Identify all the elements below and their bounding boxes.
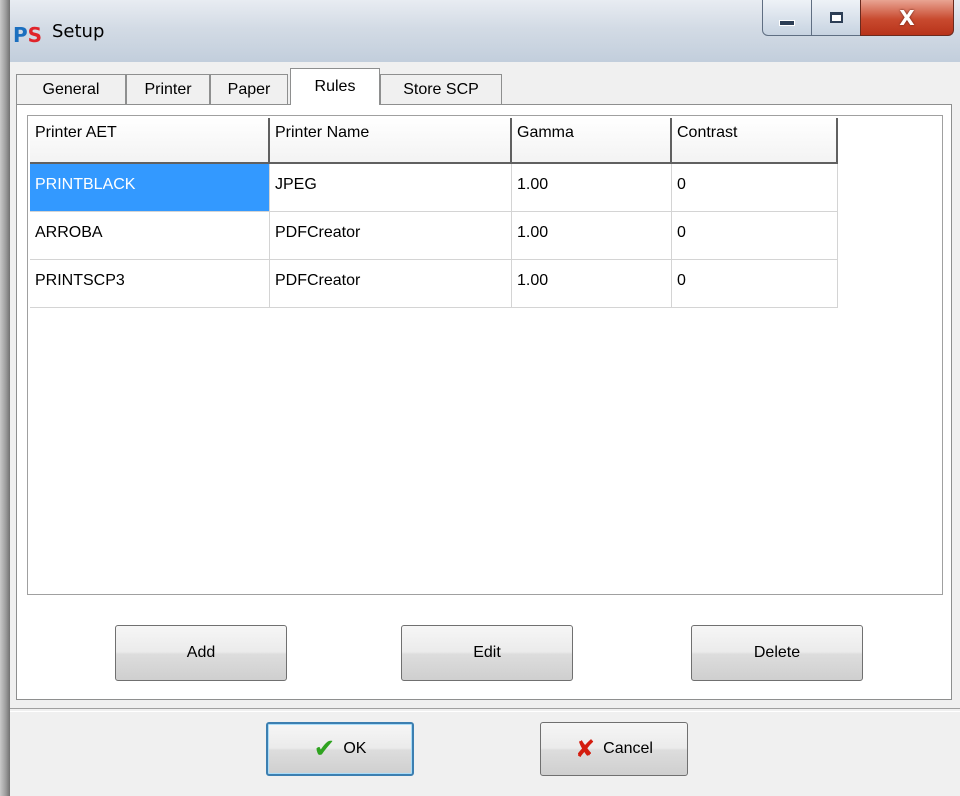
add-rule-button[interactable]: Add xyxy=(115,625,287,681)
header-printer-name[interactable]: Printer Name xyxy=(270,118,512,164)
minimize-button[interactable] xyxy=(762,0,812,36)
ok-button[interactable]: ✔ OK xyxy=(266,722,414,776)
cancel-label: Cancel xyxy=(603,740,653,757)
grid-header: Printer AET Printer Name Gamma Contrast xyxy=(30,118,838,164)
cell-gamma[interactable]: 1.00 xyxy=(512,260,672,308)
cell-printer-name[interactable]: PDFCreator xyxy=(270,260,512,308)
cell-gamma[interactable]: 1.00 xyxy=(512,212,672,260)
header-gamma[interactable]: Gamma xyxy=(512,118,672,164)
cell-contrast[interactable]: 0 xyxy=(672,164,838,212)
close-icon: X xyxy=(899,5,915,30)
cell-printer-aet[interactable]: ARROBA xyxy=(30,212,270,260)
edit-rule-button[interactable]: Edit xyxy=(401,625,573,681)
tab-printer[interactable]: Printer xyxy=(126,74,210,104)
close-button[interactable]: X xyxy=(860,0,954,36)
title-bar[interactable]: PS Setup X xyxy=(10,0,960,62)
table-row[interactable]: PRINTBLACK JPEG 1.00 0 xyxy=(30,164,838,212)
table-row[interactable]: ARROBA PDFCreator 1.00 0 xyxy=(30,212,838,260)
setup-window: PS Setup X General Printer Paper Rules S… xyxy=(10,0,960,796)
header-printer-aet[interactable]: Printer AET xyxy=(30,118,270,164)
cell-contrast[interactable]: 0 xyxy=(672,260,838,308)
rules-panel: Printer AET Printer Name Gamma Contrast … xyxy=(16,104,952,700)
cancel-x-icon: ✘ xyxy=(575,735,596,763)
cell-printer-name[interactable]: JPEG xyxy=(270,164,512,212)
app-logo-icon: PS xyxy=(13,23,43,47)
cell-printer-aet[interactable]: PRINTSCP3 xyxy=(30,260,270,308)
grid-rows: PRINTBLACK JPEG 1.00 0 ARROBA PDFCreator… xyxy=(30,164,838,308)
maximize-button[interactable] xyxy=(811,0,861,36)
rules-grid[interactable]: Printer AET Printer Name Gamma Contrast … xyxy=(27,115,943,595)
tab-rules[interactable]: Rules xyxy=(290,68,380,105)
tab-general[interactable]: General xyxy=(16,74,126,104)
table-row[interactable]: PRINTSCP3 PDFCreator 1.00 0 xyxy=(30,260,838,308)
window-title: Setup xyxy=(52,21,105,42)
header-contrast[interactable]: Contrast xyxy=(672,118,838,164)
cell-printer-name[interactable]: PDFCreator xyxy=(270,212,512,260)
cell-gamma[interactable]: 1.00 xyxy=(512,164,672,212)
tab-store-scp[interactable]: Store SCP xyxy=(380,74,502,104)
dialog-client: General Printer Paper Rules Store SCP Pr… xyxy=(10,62,960,796)
ok-label: OK xyxy=(343,740,367,757)
cancel-button[interactable]: ✘ Cancel xyxy=(540,722,688,776)
minimize-icon xyxy=(779,19,795,26)
delete-rule-button[interactable]: Delete xyxy=(691,625,863,681)
checkmark-icon: ✔ xyxy=(313,734,336,764)
desktop-edge xyxy=(0,0,10,796)
cell-contrast[interactable]: 0 xyxy=(672,212,838,260)
cell-printer-aet[interactable]: PRINTBLACK xyxy=(30,164,270,212)
footer-divider xyxy=(10,708,960,712)
tab-paper[interactable]: Paper xyxy=(210,74,288,104)
maximize-icon xyxy=(829,12,843,23)
